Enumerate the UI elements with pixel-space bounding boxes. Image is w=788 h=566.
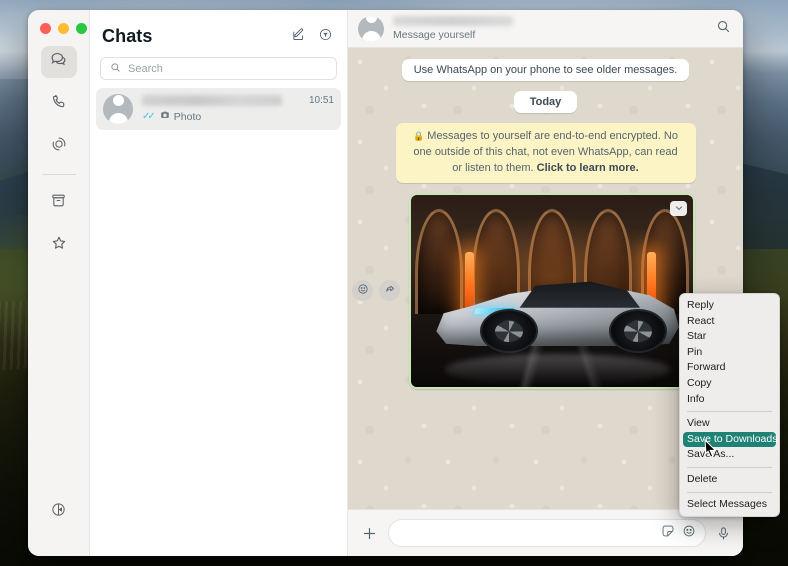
emoji-icon: [357, 282, 369, 300]
chat-list-actions: [291, 27, 333, 47]
message-input[interactable]: [403, 526, 652, 540]
menu-item-star[interactable]: Star: [680, 329, 779, 345]
menu-item-save-as[interactable]: Save As...: [680, 447, 779, 463]
context-menu-group: Reply React Star Pin Forward Copy Info: [680, 298, 779, 407]
nav-rail-bottom: [41, 496, 77, 538]
avatar[interactable]: [358, 15, 384, 42]
chevron-down-icon[interactable]: [670, 200, 687, 216]
encryption-notice-link[interactable]: Click to learn more.: [537, 162, 639, 174]
menu-item-pin[interactable]: Pin: [680, 345, 779, 361]
chat-preview: ✓✓ Photo: [142, 110, 300, 123]
message-hover-actions: [352, 280, 400, 302]
lock-icon: 🔒: [413, 131, 425, 141]
search-input[interactable]: [128, 62, 327, 75]
star-icon: [50, 234, 68, 257]
nav-divider: [41, 174, 76, 175]
forward-button[interactable]: [379, 280, 400, 302]
sidebar-item-settings[interactable]: [41, 496, 77, 528]
menu-separator: [687, 466, 772, 468]
compose-icon[interactable]: [291, 27, 306, 47]
menu-item-select-messages[interactable]: Select Messages: [680, 497, 779, 513]
react-button[interactable]: [352, 280, 373, 302]
minimize-window-button[interactable]: [58, 23, 69, 34]
menu-separator: [687, 411, 772, 413]
system-message-info: Use WhatsApp on your phone to see older …: [401, 59, 690, 81]
archive-icon: [50, 192, 67, 214]
filter-circle-icon[interactable]: [318, 27, 333, 47]
menu-item-save-to-downloads[interactable]: Save to Downloads: [683, 431, 777, 448]
camera-icon: [160, 110, 170, 123]
status-icon: [50, 135, 68, 158]
search-icon: [110, 60, 121, 78]
chat-list-header: Chats: [90, 10, 347, 57]
menu-item-copy[interactable]: Copy: [680, 376, 779, 392]
close-window-button[interactable]: [40, 23, 51, 34]
phone-icon: [50, 93, 68, 116]
sidebar-item-chats[interactable]: [40, 46, 77, 78]
menu-item-info[interactable]: Info: [680, 392, 779, 408]
avatar: [103, 94, 133, 124]
search-box[interactable]: [100, 57, 337, 80]
photo-reflection: [444, 354, 671, 385]
chat-list: ✓✓ Photo 10:51: [90, 88, 347, 130]
page-title: Chats: [102, 26, 153, 46]
composer-icons: [661, 524, 696, 543]
image-message-bubble[interactable]: [409, 192, 695, 389]
search-wrap: [90, 57, 347, 88]
date-divider: Today: [513, 91, 578, 113]
window-traffic-lights: [40, 23, 87, 34]
menu-separator: [687, 491, 772, 493]
message-context-menu: Reply React Star Pin Forward Copy Info V…: [679, 293, 780, 518]
chat-list-pane: Chats Search ✓✓ Photo 10:51: [90, 10, 348, 556]
sticker-icon[interactable]: [661, 524, 675, 543]
sidebar-item-status[interactable]: [41, 130, 77, 162]
menu-item-react[interactable]: React: [680, 314, 779, 330]
conversation-name-redacted: [393, 16, 513, 26]
sidebar-item-starred[interactable]: [41, 229, 77, 261]
menu-item-view[interactable]: View: [680, 416, 779, 432]
conversation-subtitle: Message yourself: [393, 29, 476, 41]
context-menu-group: Delete: [680, 472, 779, 488]
chat-row-content: ✓✓ Photo: [142, 95, 300, 123]
chat-timestamp: 10:51: [308, 95, 334, 106]
maximize-window-button[interactable]: [76, 23, 87, 34]
context-menu-group: View Save to Downloads Save As...: [680, 416, 779, 463]
context-menu-group: Select Messages: [680, 497, 779, 513]
message-input-pill[interactable]: [388, 519, 706, 547]
plus-icon[interactable]: [361, 525, 378, 542]
double-check-icon: ✓✓: [142, 111, 156, 122]
emoji-icon[interactable]: [682, 524, 696, 543]
conversation-title-block[interactable]: Message yourself: [393, 16, 707, 41]
chat-name-redacted: [142, 95, 282, 106]
conversation-header: Message yourself: [348, 10, 743, 48]
message-photo[interactable]: [411, 194, 693, 387]
microphone-icon[interactable]: [716, 526, 731, 541]
whatsapp-window: Chats Search ✓✓ Photo 10:51 Message your…: [28, 10, 743, 556]
sidebar-item-archived[interactable]: [41, 187, 77, 219]
chat-preview-text: Photo: [173, 110, 202, 123]
chats-icon: [49, 50, 68, 74]
photo-car: [436, 277, 679, 354]
list-item[interactable]: ✓✓ Photo 10:51: [96, 88, 341, 130]
settings-icon: [50, 501, 67, 523]
nav-rail: [28, 10, 90, 556]
sidebar-item-calls[interactable]: [41, 88, 77, 120]
encryption-notice[interactable]: 🔒 Messages to yourself are end-to-end en…: [395, 123, 696, 183]
menu-item-reply[interactable]: Reply: [680, 298, 779, 314]
search-icon[interactable]: [716, 19, 731, 39]
menu-item-delete[interactable]: Delete: [680, 472, 779, 488]
forward-arrow-icon: [384, 282, 396, 300]
menu-item-forward[interactable]: Forward: [680, 360, 779, 376]
